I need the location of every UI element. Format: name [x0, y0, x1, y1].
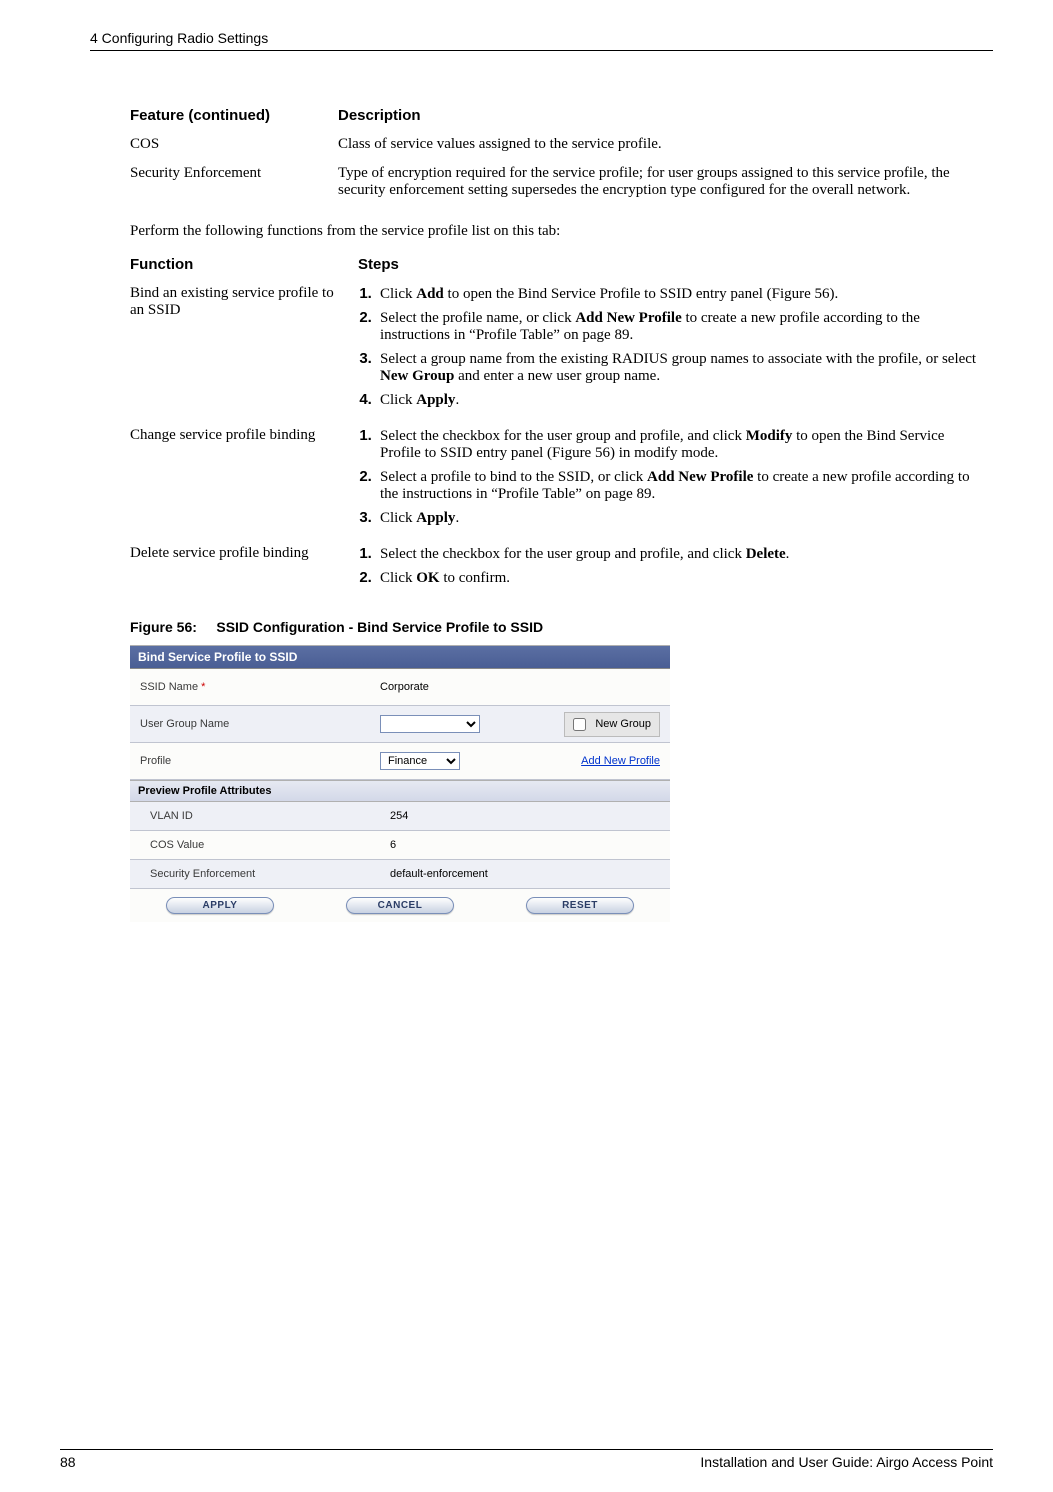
- step-item: Select a group name from the existing RA…: [376, 350, 985, 385]
- security-row: Security Enforcement default-enforcement: [130, 860, 670, 889]
- apply-button[interactable]: APPLY: [166, 897, 274, 914]
- step-item: Click Apply.: [376, 391, 985, 409]
- table-row: Bind an existing service profile to an S…: [130, 279, 993, 421]
- security-label: Security Enforcement: [130, 868, 390, 880]
- vlan-label: VLAN ID: [130, 810, 390, 822]
- step-item: Select the checkbox for the user group a…: [376, 427, 985, 462]
- page-footer: 88 Installation and User Guide: Airgo Ac…: [60, 1449, 993, 1470]
- function-table: Function Steps Bind an existing service …: [130, 250, 993, 599]
- footer-title: Installation and User Guide: Airgo Acces…: [700, 1454, 993, 1470]
- page-number: 88: [60, 1454, 76, 1470]
- figure-caption: Figure 56: SSID Configuration - Bind Ser…: [130, 619, 993, 635]
- cancel-button[interactable]: CANCEL: [346, 897, 454, 914]
- chapter-header: 4 Configuring Radio Settings: [90, 30, 993, 51]
- bind-service-panel: Bind Service Profile to SSID SSID Name *…: [130, 645, 670, 922]
- add-new-profile-link[interactable]: Add New Profile: [581, 755, 660, 767]
- feature-header: Feature (continued): [130, 101, 338, 130]
- step-item: Select a profile to bind to the SSID, or…: [376, 468, 985, 503]
- function-cell: Change service profile binding: [130, 421, 358, 539]
- profile-label: Profile: [130, 755, 380, 767]
- description-cell: Type of encryption required for the serv…: [338, 159, 993, 205]
- table-row: Delete service profile binding Select th…: [130, 539, 993, 599]
- table-row: Security Enforcement Type of encryption …: [130, 159, 993, 205]
- new-group-checkbox[interactable]: [573, 718, 586, 731]
- steps-cell: Select the checkbox for the user group a…: [358, 421, 993, 539]
- feature-table: Feature (continued) Description COS Clas…: [130, 101, 993, 205]
- panel-title: Bind Service Profile to SSID: [130, 646, 670, 669]
- profile-select[interactable]: Finance: [380, 752, 460, 770]
- chapter-title: 4 Configuring Radio Settings: [90, 30, 268, 46]
- ssid-name-value: Corporate: [380, 681, 670, 693]
- step-item: Click OK to confirm.: [376, 569, 985, 587]
- cos-label: COS Value: [130, 839, 390, 851]
- preview-attributes-header: Preview Profile Attributes: [130, 780, 670, 802]
- step-item: Click Add to open the Bind Service Profi…: [376, 285, 985, 303]
- feature-cell: Security Enforcement: [130, 159, 338, 205]
- figure-title: SSID Configuration - Bind Service Profil…: [216, 619, 543, 635]
- step-item: Click Apply.: [376, 509, 985, 527]
- feature-cell: COS: [130, 130, 338, 159]
- steps-cell: Select the checkbox for the user group a…: [358, 539, 993, 599]
- description-cell: Class of service values assigned to the …: [338, 130, 993, 159]
- steps-header: Steps: [358, 250, 993, 279]
- ssid-name-label: SSID Name *: [130, 681, 380, 693]
- table-row: Change service profile binding Select th…: [130, 421, 993, 539]
- button-row: APPLY CANCEL RESET: [130, 889, 670, 922]
- new-group-label: New Group: [595, 718, 651, 730]
- profile-row: Profile Finance Add New Profile: [130, 743, 670, 780]
- required-icon: *: [201, 681, 205, 693]
- user-group-row: User Group Name New Group: [130, 706, 670, 743]
- step-item: Select the checkbox for the user group a…: [376, 545, 985, 563]
- user-group-label: User Group Name: [130, 718, 380, 730]
- reset-button[interactable]: RESET: [526, 897, 634, 914]
- cos-value: 6: [390, 839, 670, 851]
- steps-cell: Click Add to open the Bind Service Profi…: [358, 279, 993, 421]
- vlan-value: 254: [390, 810, 670, 822]
- user-group-select[interactable]: [380, 715, 480, 733]
- function-cell: Bind an existing service profile to an S…: [130, 279, 358, 421]
- figure-label: Figure 56:: [130, 619, 197, 635]
- description-header: Description: [338, 101, 993, 130]
- function-cell: Delete service profile binding: [130, 539, 358, 599]
- step-item: Select the profile name, or click Add Ne…: [376, 309, 985, 344]
- table-row: COS Class of service values assigned to …: [130, 130, 993, 159]
- cos-row: COS Value 6: [130, 831, 670, 860]
- body-paragraph: Perform the following functions from the…: [130, 223, 993, 240]
- ssid-name-row: SSID Name * Corporate: [130, 669, 670, 706]
- vlan-row: VLAN ID 254: [130, 802, 670, 831]
- security-value: default-enforcement: [390, 868, 670, 880]
- function-header: Function: [130, 250, 358, 279]
